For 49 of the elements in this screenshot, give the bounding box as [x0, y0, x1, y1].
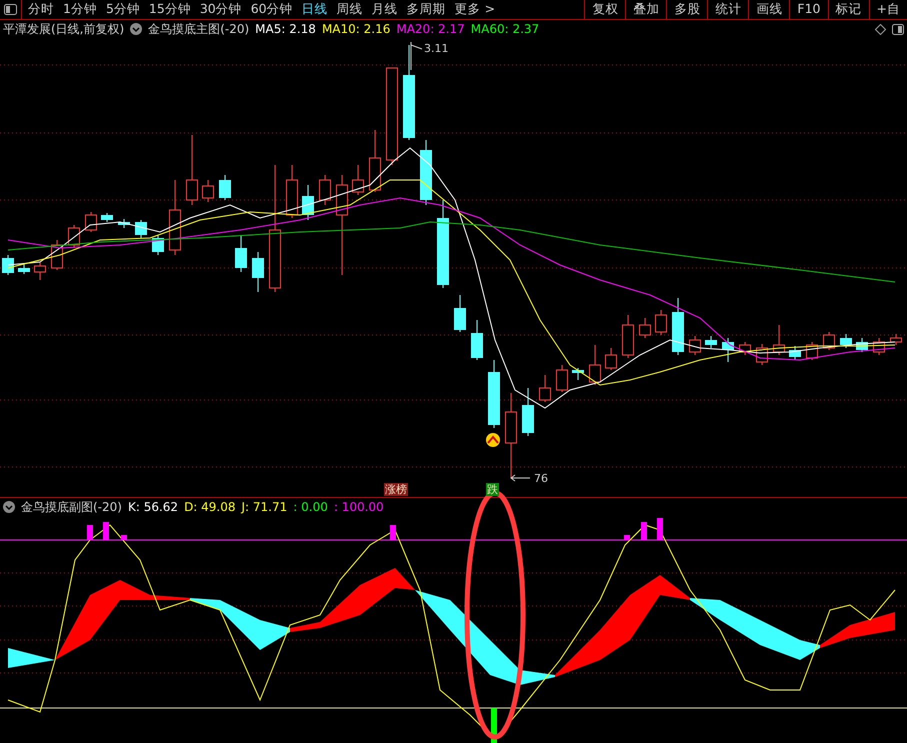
low-price-arrow-icon: [510, 474, 530, 482]
panel-toggle-icon[interactable]: [892, 24, 904, 34]
toolbar-button[interactable]: 画线: [748, 0, 790, 19]
indicator-value: : 100.00: [334, 499, 384, 516]
signal-tag: 涨榜: [384, 483, 408, 496]
dropdown-icon[interactable]: [3, 501, 15, 513]
indicator-value: D: 49.08: [184, 499, 236, 516]
signal-bar: [103, 522, 109, 540]
diamond-icon[interactable]: [875, 24, 886, 34]
toolbar-button[interactable]: 复权: [584, 0, 626, 19]
dropdown-icon[interactable]: [130, 23, 142, 35]
period-tab[interactable]: 日线: [302, 0, 328, 19]
period-tab[interactable]: 周线: [336, 0, 363, 19]
indicator-value: MA60: 2.37: [470, 21, 540, 38]
indicator-value: K: 56.62: [128, 499, 178, 516]
indicator-value: MA5: 2.18: [255, 21, 316, 38]
toolbar-button[interactable]: +自: [868, 0, 907, 19]
period-tab[interactable]: 15分钟: [148, 0, 191, 19]
period-tab[interactable]: 月线: [372, 0, 398, 19]
indicator-title: 金鸟摸底副图(-20): [21, 499, 122, 516]
up-signal-icon: [486, 433, 500, 447]
signal-bar: [657, 518, 663, 540]
toolbar-button[interactable]: F10: [789, 0, 828, 19]
toolbar-button[interactable]: 统计: [707, 0, 748, 19]
signal-bar: [121, 535, 127, 540]
period-tab[interactable]: 5分钟: [106, 0, 140, 19]
period-tab[interactable]: 分时: [28, 0, 54, 19]
period-tab[interactable]: 更多 >: [454, 0, 496, 19]
indicator-value: J: 71.71: [242, 499, 288, 516]
indicator-value: MA10: 2.16: [322, 21, 390, 38]
period-tab[interactable]: 60分钟: [250, 0, 293, 19]
toolbar-button[interactable]: 多股: [666, 0, 708, 19]
signal-tag: 跌: [486, 483, 499, 496]
indicator-value: : 0.00: [293, 499, 328, 516]
panel-toggle-icon[interactable]: [4, 4, 17, 15]
period-tab[interactable]: 多周期: [406, 0, 446, 19]
toolbar-button[interactable]: 叠加: [625, 0, 666, 19]
toolbar-button[interactable]: 标记: [828, 0, 869, 19]
period-tab[interactable]: 30分钟: [200, 0, 242, 19]
signal-bar: [390, 525, 396, 540]
low-price-label: 76: [534, 471, 548, 487]
indicator-title: 金鸟摸底主图(-20): [148, 21, 250, 38]
signal-bar: [641, 522, 647, 540]
stock-title: 平潭发展(日线,前复权): [3, 21, 124, 38]
period-tab[interactable]: 1分钟: [63, 0, 97, 19]
high-price-label: 3.11: [424, 41, 448, 57]
signal-bar: [87, 525, 93, 540]
signal-bar: [624, 535, 630, 540]
indicator-value: MA20: 2.17: [396, 21, 465, 38]
